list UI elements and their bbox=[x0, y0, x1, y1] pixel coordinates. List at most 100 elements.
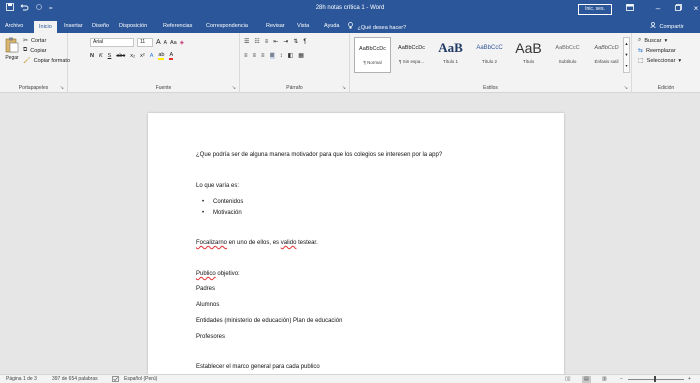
clipboard-group: Pegar ✂ Cortar ⧉ Copiar 🖌 Copiar formato Po… bbox=[0, 33, 70, 93]
tab-insertar[interactable]: Insertar bbox=[64, 22, 83, 31]
grow-font-button[interactable]: A bbox=[156, 39, 161, 46]
language-indicator[interactable]: Español (Perú) bbox=[124, 376, 157, 383]
decrease-indent-icon[interactable]: ⇤ bbox=[273, 38, 278, 45]
align-center-icon[interactable]: ≡ bbox=[253, 53, 257, 59]
text-effects-icon[interactable]: A bbox=[150, 53, 154, 59]
superscript-button[interactable]: x² bbox=[140, 53, 145, 59]
font-name-field[interactable]: Arial bbox=[90, 38, 134, 47]
proofing-icon[interactable] bbox=[112, 376, 119, 383]
italic-button[interactable]: K bbox=[99, 53, 103, 59]
page-count[interactable]: Página 1 de 3 bbox=[6, 376, 37, 383]
style-normal-preview: AaBbCcDc bbox=[359, 46, 386, 52]
spelling-error-focal[interactable]: Focalizarno bbox=[196, 240, 227, 246]
cut-button[interactable]: ✂ Cortar bbox=[23, 37, 46, 45]
clear-format-icon[interactable]: ◈ bbox=[180, 40, 184, 46]
highlight-icon[interactable]: ab bbox=[158, 52, 165, 60]
zoom-out-icon[interactable]: − bbox=[620, 376, 623, 383]
sort-icon[interactable]: ⇅ bbox=[293, 38, 298, 45]
publico-text: objetivo: bbox=[215, 271, 240, 277]
underline-button[interactable]: S bbox=[108, 53, 112, 59]
spelling-error-publico[interactable]: Publico bbox=[196, 271, 216, 277]
align-right-icon[interactable]: ≡ bbox=[261, 53, 265, 59]
paragraph-focal: Focalizarno en uno de ellos, es valido t… bbox=[196, 239, 318, 247]
borders-icon[interactable]: ▦ bbox=[298, 52, 304, 59]
style-heading-2-preview: AaBbCcC bbox=[476, 45, 503, 51]
style-title-preview: AaB bbox=[515, 40, 542, 56]
style-no-spacing[interactable]: AaBbCcDc ¶ Sin espa... bbox=[393, 37, 430, 73]
word-count[interactable]: 397 de 654 palabras bbox=[52, 376, 98, 383]
web-layout-icon[interactable]: ▥ bbox=[602, 376, 607, 383]
tab-diseno[interactable]: Diseño bbox=[92, 22, 109, 31]
chevron-down-icon: ▾ bbox=[678, 57, 682, 64]
tab-inicio[interactable]: Inicio bbox=[34, 21, 57, 33]
style-subtitle-preview: AaBbCcC bbox=[555, 45, 580, 51]
align-left-icon[interactable]: ≡ bbox=[244, 53, 248, 59]
multilevel-icon[interactable]: ≡ bbox=[265, 39, 269, 45]
styles-launcher-icon[interactable]: ↘ bbox=[624, 85, 628, 91]
bold-button[interactable]: N bbox=[90, 53, 94, 59]
ribbon-tabs: Archivo Inicio Insertar Diseño Disposici… bbox=[0, 19, 700, 33]
style-heading-2[interactable]: AaBbCcC Título 2 bbox=[471, 37, 508, 73]
vertical-scrollbar[interactable] bbox=[692, 93, 700, 374]
paste-button[interactable]: Pegar bbox=[4, 37, 20, 61]
select-button[interactable]: ⬚ Seleccionar ▾ bbox=[638, 57, 682, 65]
tab-ayuda[interactable]: Ayuda bbox=[324, 22, 340, 31]
font-size-field[interactable]: 11 bbox=[137, 38, 153, 47]
find-label: Buscar bbox=[644, 37, 662, 44]
style-subtle-emphasis-preview: AaBbCcD bbox=[594, 45, 619, 51]
shading-icon[interactable]: ◧ bbox=[288, 52, 294, 59]
close-icon[interactable]: × bbox=[684, 2, 700, 16]
subscript-button[interactable]: x₂ bbox=[130, 53, 135, 59]
signin-button[interactable]: Inic. ses. bbox=[578, 4, 612, 15]
style-normal-name: ¶ Normal bbox=[363, 60, 382, 65]
paragraph-launcher-icon[interactable]: ↘ bbox=[342, 85, 346, 91]
zoom-in-icon[interactable]: + bbox=[688, 376, 691, 383]
shrink-font-button[interactable]: A bbox=[164, 40, 167, 46]
style-subtle-emphasis[interactable]: AaBbCcD Énfasis sutil bbox=[588, 37, 625, 73]
styles-scroll-icon[interactable]: ▲ ▼ ▾ bbox=[623, 37, 630, 73]
zoom-slider-track[interactable] bbox=[628, 379, 684, 380]
font-launcher-icon[interactable]: ↘ bbox=[232, 85, 236, 91]
tab-revisar[interactable]: Revisar bbox=[266, 22, 285, 31]
increase-indent-icon[interactable]: ⇥ bbox=[283, 38, 288, 45]
change-case-button[interactable]: Aa bbox=[170, 40, 177, 46]
copy-button[interactable]: ⧉ Copiar bbox=[23, 47, 47, 54]
share-label: Compartir bbox=[659, 24, 684, 30]
line-spacing-icon[interactable]: ↕ bbox=[280, 53, 283, 59]
share-button[interactable]: Compartir bbox=[650, 22, 684, 32]
lightbulb-icon bbox=[348, 22, 355, 31]
style-title[interactable]: AaB Título bbox=[510, 37, 547, 73]
editing-group-label: Edición bbox=[657, 85, 675, 91]
tab-referencias[interactable]: Referencias bbox=[163, 22, 192, 31]
paragraph-profesores: Profesores bbox=[196, 334, 226, 340]
format-painter-button[interactable]: 🖌 Copiar formato bbox=[23, 57, 70, 65]
bullet-text-motivacion: Motivación bbox=[213, 210, 242, 216]
spelling-error-valido[interactable]: valido bbox=[281, 240, 297, 246]
tab-correspondencia[interactable]: Correspondencia bbox=[206, 22, 248, 31]
tab-archivo[interactable]: Archivo bbox=[5, 22, 23, 31]
tab-disposicion[interactable]: Disposición bbox=[119, 22, 147, 31]
style-no-spacing-preview: AaBbCcDc bbox=[398, 45, 425, 51]
bullets-icon[interactable]: ☰ bbox=[244, 38, 249, 45]
clipboard-group-label: Portapapeles bbox=[18, 85, 49, 91]
find-button[interactable]: ⌕ Buscar ▾ bbox=[638, 37, 667, 44]
numbering-icon[interactable]: ☷ bbox=[254, 38, 259, 45]
ribbon-display-icon[interactable] bbox=[618, 2, 642, 16]
dialog-launcher-icon[interactable]: ↘ bbox=[60, 85, 64, 91]
strikethrough-button[interactable]: abc bbox=[116, 53, 125, 59]
style-normal[interactable]: AaBbCcDc ¶ Normal bbox=[354, 37, 391, 73]
paragraph-alumnos: Alumnos bbox=[196, 302, 220, 308]
print-layout-icon[interactable]: ▤ bbox=[582, 376, 591, 383]
style-heading-1[interactable]: AaB Título 1 bbox=[432, 37, 469, 73]
justify-icon[interactable]: ≣ bbox=[269, 52, 275, 59]
replace-button[interactable]: ⇆ Reemplazar bbox=[638, 47, 676, 55]
copy-icon: ⧉ bbox=[23, 47, 28, 53]
font-color-icon[interactable]: A bbox=[169, 52, 174, 60]
read-mode-icon[interactable]: ▯▯ bbox=[565, 376, 571, 383]
pilcrow-icon[interactable]: ¶ bbox=[303, 39, 306, 45]
tell-me-search[interactable]: ¿Qué desea hacer? bbox=[348, 22, 406, 33]
style-subtitle[interactable]: AaBbCcC Subtítulo bbox=[549, 37, 586, 73]
document-page[interactable]: ¿Que podría ser de alguna manera motivad… bbox=[148, 113, 564, 374]
tab-vista[interactable]: Vista bbox=[297, 22, 309, 31]
zoom-slider-thumb[interactable] bbox=[654, 376, 656, 382]
